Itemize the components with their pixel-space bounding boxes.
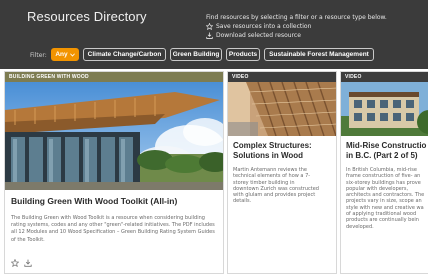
card-title-line: in B.C. (Part 2 of 5) — [346, 151, 418, 160]
star-icon[interactable] — [11, 259, 19, 267]
header-intro-text: Find resources by selecting a filter or … — [206, 14, 387, 21]
card-description: The Building Green with Wood Toolkit is … — [11, 215, 215, 243]
header: Resources Directory Find resources by se… — [0, 0, 428, 69]
card-image[interactable] — [228, 82, 336, 136]
card-title-line: Complex Structures: — [233, 141, 312, 150]
resource-card[interactable]: BUILDING GREEN WITH WOOD Building Green … — [4, 71, 224, 274]
filter-any-label: Any — [55, 51, 68, 58]
filter-sustainable-forest-management[interactable]: Sustainable Forest Management — [264, 48, 374, 61]
card-category-tag: VIDEO — [228, 72, 336, 82]
card-title-line: Solutions in Wood — [233, 151, 304, 160]
resource-cards: BUILDING GREEN WITH WOOD Building Green … — [0, 69, 428, 274]
chevron-down-icon — [69, 52, 75, 57]
download-icon — [206, 32, 213, 39]
card-description: Martin Antemann reviews the technical el… — [233, 167, 319, 205]
filter-climate-change-carbon[interactable]: Climate Change/Carbon — [83, 48, 166, 61]
filter-products[interactable]: Products — [226, 48, 260, 61]
download-selected-label: Download selected resource — [216, 32, 301, 39]
card-image[interactable] — [5, 82, 223, 190]
resource-card[interactable]: VIDEO Mid-Rise Constructio in B.C. (Part… — [340, 71, 428, 274]
card-actions — [11, 259, 32, 267]
card-title[interactable]: Building Green With Wood Toolkit (All-in… — [5, 190, 223, 206]
filter-green-building[interactable]: Green Building — [170, 48, 222, 61]
card-title[interactable]: Complex Structures: Solutions in Wood — [228, 136, 336, 161]
download-selected-link[interactable]: Download selected resource — [206, 31, 301, 40]
card-title-line: Mid-Rise Constructio — [346, 141, 427, 150]
filter-any-dropdown[interactable]: Any — [51, 48, 79, 61]
card-description: In British Columbia, mid-rise frame cons… — [346, 167, 425, 230]
card-title[interactable]: Mid-Rise Constructio in B.C. (Part 2 of … — [341, 136, 428, 161]
card-image[interactable] — [341, 82, 428, 136]
download-icon[interactable] — [24, 259, 32, 267]
page-title: Resources Directory — [27, 9, 147, 24]
card-category-tag: BUILDING GREEN WITH WOOD — [5, 72, 223, 82]
save-collection-label: Save resources into a collection — [216, 23, 312, 30]
card-category-tag: VIDEO — [341, 72, 428, 82]
save-collection-link[interactable]: Save resources into a collection — [206, 22, 311, 31]
star-icon — [206, 23, 213, 30]
filter-label: Filter: — [30, 52, 47, 59]
resource-card[interactable]: VIDEO Complex Structures: Solutions in W… — [227, 71, 337, 274]
